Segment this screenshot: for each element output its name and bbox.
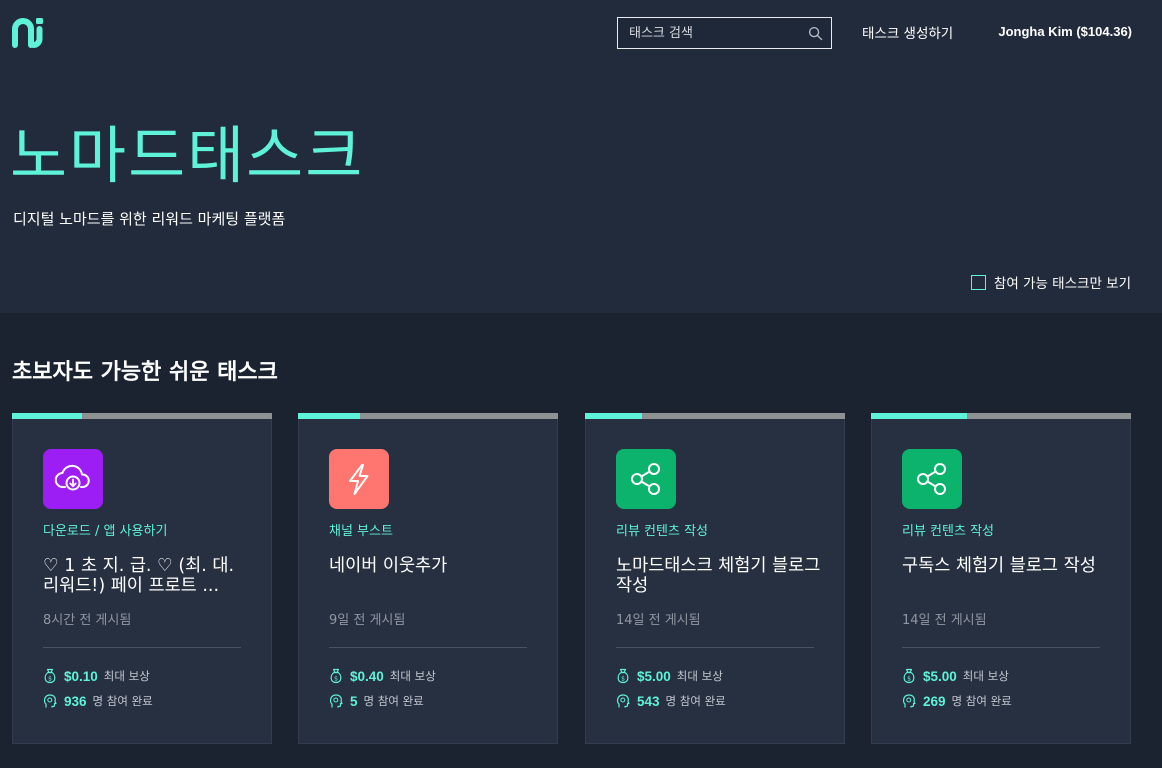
task-card[interactable]: 리뷰 컨텐츠 작성 노마드태스크 체험기 블로그 작성 14일 전 게시됨 $ … (585, 413, 845, 744)
svg-text:$: $ (334, 675, 338, 682)
head-idea-icon (43, 694, 57, 708)
task-title[interactable]: 구독스 체험기 블로그 작성 (902, 556, 1107, 576)
category-icon-tile (616, 449, 676, 509)
task-card[interactable]: 다운로드 / 앱 사용하기 ♡ 1 초 지. 급. ♡ (최. 대. 리워드!)… (12, 413, 272, 744)
page-title: 노마드태스크 (10, 119, 365, 192)
money-bag-icon: $ (903, 668, 915, 684)
cloud-download-icon (54, 464, 90, 491)
participants-label: 명 참여 완료 (92, 694, 153, 708)
svg-text:$: $ (48, 675, 52, 682)
lightning-icon (349, 464, 369, 495)
head-idea-icon (902, 694, 916, 708)
task-card[interactable]: 리뷰 컨텐츠 작성 구독스 체험기 블로그 작성 14일 전 게시됨 $ $5.… (871, 413, 1131, 744)
participants-label: 명 참여 완료 (363, 694, 424, 708)
participants-value: 269 (923, 693, 946, 709)
posted-time: 8시간 전 게시됨 (43, 613, 132, 628)
progress-bar (585, 413, 845, 419)
reward-stat: $ $5.00 최대 보상 (902, 668, 1009, 684)
share-icon (631, 463, 660, 495)
progress-fill (585, 413, 643, 419)
participants-value: 936 (64, 693, 87, 709)
section-title: 초보자도 가능한 쉬운 태스크 (12, 360, 278, 385)
participants-stat: 936 명 참여 완료 (43, 693, 153, 709)
search-icon[interactable] (808, 26, 823, 41)
task-card[interactable]: 채널 부스트 네이버 이웃추가 9일 전 게시됨 $ $0.40 최대 보상 5… (298, 413, 558, 744)
reward-label: 최대 보상 (676, 669, 723, 683)
task-category: 다운로드 / 앱 사용하기 (43, 524, 168, 539)
card-divider (329, 647, 527, 648)
participants-stat: 5 명 참여 완료 (329, 693, 424, 709)
progress-fill (12, 413, 83, 419)
search-box (617, 17, 832, 49)
reward-value: $5.00 (637, 668, 671, 684)
filter-checkbox[interactable] (970, 274, 986, 290)
participants-value: 5 (350, 693, 358, 709)
money-bag-icon: $ (44, 668, 56, 684)
progress-bar (871, 413, 1131, 419)
reward-label: 최대 보상 (962, 669, 1009, 683)
reward-stat: $ $5.00 최대 보상 (616, 668, 723, 684)
card-divider (902, 647, 1100, 648)
progress-bar (12, 413, 272, 419)
head-idea-icon (329, 694, 343, 708)
search-input[interactable] (618, 18, 803, 48)
posted-time: 14일 전 게시됨 (902, 613, 987, 628)
create-task-link[interactable]: 태스크 생성하기 (862, 22, 953, 42)
reward-value: $0.40 (350, 668, 384, 684)
svg-text:$: $ (621, 675, 625, 682)
category-icon-tile (329, 449, 389, 509)
participants-label: 명 참여 완료 (951, 694, 1012, 708)
svg-text:$: $ (907, 675, 911, 682)
reward-stat: $ $0.10 최대 보상 (43, 668, 150, 684)
task-category: 리뷰 컨텐츠 작성 (616, 524, 708, 539)
nomadtask-logo[interactable] (12, 15, 48, 51)
category-icon-tile (43, 449, 103, 509)
posted-time: 9일 전 게시됨 (329, 613, 406, 628)
share-icon (917, 463, 946, 495)
participants-label: 명 참여 완료 (665, 694, 726, 708)
participants-value: 543 (637, 693, 660, 709)
participants-stat: 269 명 참여 완료 (902, 693, 1012, 709)
money-bag-icon: $ (330, 668, 342, 684)
reward-value: $5.00 (923, 668, 957, 684)
page-subtitle: 디지털 노마드를 위한 리워드 마케팅 플랫폼 (13, 210, 286, 228)
available-only-filter[interactable]: 참여 가능 태스크만 보기 (970, 272, 1131, 292)
reward-value: $0.10 (64, 668, 98, 684)
progress-bar (298, 413, 558, 419)
posted-time: 14일 전 게시됨 (616, 613, 701, 628)
money-bag-icon: $ (617, 668, 629, 684)
task-category: 리뷰 컨텐츠 작성 (902, 524, 994, 539)
card-divider (616, 647, 814, 648)
hero-section: 태스크 생성하기 Jongha Kim ($104.36) 노마드태스크 디지털… (0, 0, 1162, 313)
task-title[interactable]: 노마드태스크 체험기 블로그 작성 (616, 556, 821, 596)
head-idea-icon (616, 694, 630, 708)
reward-stat: $ $0.40 최대 보상 (329, 668, 436, 684)
filter-label: 참여 가능 태스크만 보기 (993, 276, 1131, 292)
reward-label: 최대 보상 (389, 669, 436, 683)
participants-stat: 543 명 참여 완료 (616, 693, 726, 709)
task-title[interactable]: ♡ 1 초 지. 급. ♡ (최. 대. 리워드!) 페이 프로트 ... (43, 556, 248, 596)
progress-fill (298, 413, 361, 419)
task-title[interactable]: 네이버 이웃추가 (329, 556, 534, 576)
progress-fill (871, 413, 968, 419)
task-category: 채널 부스트 (329, 524, 393, 539)
category-icon-tile (902, 449, 962, 509)
card-divider (43, 647, 241, 648)
user-account-link[interactable]: Jongha Kim ($104.36) (998, 24, 1132, 39)
reward-label: 최대 보상 (103, 669, 150, 683)
